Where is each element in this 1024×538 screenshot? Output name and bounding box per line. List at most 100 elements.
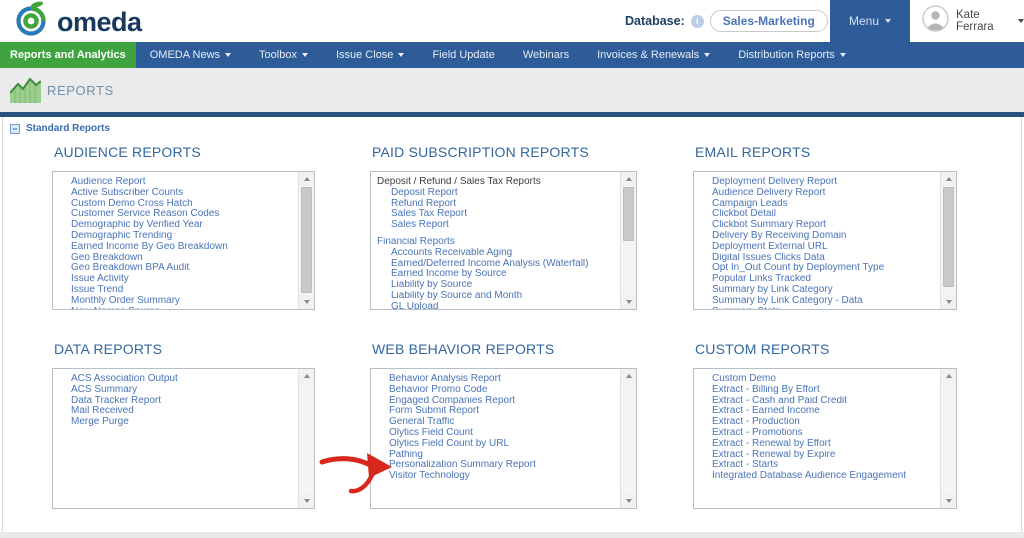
nav-item-webinars[interactable]: Webinars — [509, 42, 583, 68]
report-link-olytics-field-count[interactable]: Olytics Field Count — [371, 428, 620, 439]
report-link-accounts-receivable-aging[interactable]: Accounts Receivable Aging — [371, 248, 620, 259]
report-link-engaged-companies-report[interactable]: Engaged Companies Report — [371, 396, 620, 407]
omeda-logo[interactable]: omeda — [13, 3, 142, 41]
report-link-personalization-summary-report[interactable]: Personalization Summary Report — [371, 460, 620, 471]
report-link-custom-demo-cross-hatch[interactable]: Custom Demo Cross Hatch — [53, 199, 298, 210]
vertical-scrollbar[interactable] — [620, 172, 636, 309]
report-link-deposit-report[interactable]: Deposit Report — [371, 188, 620, 199]
scroll-down-button[interactable] — [299, 295, 314, 309]
report-link-form-submit-report[interactable]: Form Submit Report — [371, 406, 620, 417]
report-link-audience-report[interactable]: Audience Report — [53, 177, 298, 188]
vertical-scrollbar[interactable] — [298, 172, 314, 309]
scroll-up-button[interactable] — [621, 172, 636, 186]
report-link-summary-stats[interactable]: Summary Stats — [694, 307, 940, 309]
report-link-extract-billing-by-effort[interactable]: Extract - Billing By Effort — [694, 385, 940, 396]
report-link-acs-summary[interactable]: ACS Summary — [53, 385, 298, 396]
report-link-refund-report[interactable]: Refund Report — [371, 199, 620, 210]
report-link-delivery-by-receiving-domain[interactable]: Delivery By Receiving Domain — [694, 231, 940, 242]
scroll-up-button[interactable] — [299, 172, 314, 186]
report-link-sales-tax-report[interactable]: Sales Tax Report — [371, 209, 620, 220]
report-link-demographic-trending[interactable]: Demographic Trending — [53, 231, 298, 242]
report-link-geo-breakdown-bpa-audit[interactable]: Geo Breakdown BPA Audit — [53, 263, 298, 274]
vertical-scrollbar[interactable] — [298, 369, 314, 508]
paid-subscription-reports-list: Deposit / Refund / Sales Tax ReportsDepo… — [371, 172, 620, 309]
report-link-issue-activity[interactable]: Issue Activity — [53, 274, 298, 285]
report-link-liability-by-source-and-month[interactable]: Liability by Source and Month — [371, 291, 620, 302]
report-link-pathing[interactable]: Pathing — [371, 450, 620, 461]
report-link-customer-service-reason-codes[interactable]: Customer Service Reason Codes — [53, 209, 298, 220]
report-link-general-traffic[interactable]: General Traffic — [371, 417, 620, 428]
report-link-opt-in-out-count-by-deployment-type[interactable]: Opt In_Out Count by Deployment Type — [694, 263, 940, 274]
database-input[interactable] — [710, 10, 828, 32]
report-link-earned-income-by-source[interactable]: Earned Income by Source — [371, 269, 620, 280]
report-link-monthly-order-summary[interactable]: Monthly Order Summary — [53, 296, 298, 307]
report-link-extract-earned-income[interactable]: Extract - Earned Income — [694, 406, 940, 417]
report-link-new-names-source[interactable]: New Names Source — [53, 307, 298, 309]
report-link-deployment-delivery-report[interactable]: Deployment Delivery Report — [694, 177, 940, 188]
collapse-minus-icon[interactable]: − — [10, 124, 20, 134]
user-menu[interactable]: Kate Ferrara — [922, 0, 1024, 42]
report-link-mail-received[interactable]: Mail Received — [53, 406, 298, 417]
report-link-liability-by-source[interactable]: Liability by Source — [371, 280, 620, 291]
report-link-merge-purge[interactable]: Merge Purge — [53, 417, 298, 428]
report-link-active-subscriber-counts[interactable]: Active Subscriber Counts — [53, 188, 298, 199]
info-icon[interactable]: i — [691, 15, 704, 28]
report-link-geo-breakdown[interactable]: Geo Breakdown — [53, 253, 298, 264]
report-link-gl-upload[interactable]: GL Upload — [371, 302, 620, 309]
report-link-acs-association-output[interactable]: ACS Association Output — [53, 374, 298, 385]
vertical-scrollbar[interactable] — [620, 369, 636, 508]
scroll-up-button[interactable] — [299, 369, 314, 383]
scroll-down-button[interactable] — [299, 494, 314, 508]
report-link-clickbot-summary-report[interactable]: Clickbot Summary Report — [694, 220, 940, 231]
report-link-extract-cash-and-paid-credit[interactable]: Extract - Cash and Paid Credit — [694, 396, 940, 407]
report-link-summary-by-link-category-data[interactable]: Summary by Link Category - Data — [694, 296, 940, 307]
report-link-extract-renewal-by-effort[interactable]: Extract - Renewal by Effort — [694, 439, 940, 450]
report-link-custom-demo[interactable]: Custom Demo — [694, 374, 940, 385]
scroll-down-button[interactable] — [941, 295, 956, 309]
report-link-audience-delivery-report[interactable]: Audience Delivery Report — [694, 188, 940, 199]
report-link-deployment-external-url[interactable]: Deployment External URL — [694, 242, 940, 253]
report-link-extract-promotions[interactable]: Extract - Promotions — [694, 428, 940, 439]
nav-item-field-update[interactable]: Field Update — [418, 42, 508, 68]
scrollbar-thumb[interactable] — [623, 187, 634, 241]
report-link-campaign-leads[interactable]: Campaign Leads — [694, 199, 940, 210]
report-link-sales-report[interactable]: Sales Report — [371, 220, 620, 231]
scroll-up-button[interactable] — [941, 369, 956, 383]
report-link-extract-production[interactable]: Extract - Production — [694, 417, 940, 428]
report-link-clickbot-detail[interactable]: Clickbot Detail — [694, 209, 940, 220]
menu-button[interactable]: Menu — [830, 0, 910, 42]
nav-item-toolbox[interactable]: Toolbox — [245, 42, 322, 68]
report-link-demographic-by-verified-year[interactable]: Demographic by Verified Year — [53, 220, 298, 231]
report-link-visitor-technology[interactable]: Visitor Technology — [371, 471, 620, 482]
custom-reports-listbox: Custom DemoExtract - Billing By EffortEx… — [693, 368, 957, 509]
report-link-extract-renewal-by-expire[interactable]: Extract - Renewal by Expire — [694, 450, 940, 461]
scroll-up-button[interactable] — [621, 369, 636, 383]
vertical-scrollbar[interactable] — [940, 172, 956, 309]
vertical-scrollbar[interactable] — [940, 369, 956, 508]
scroll-down-button[interactable] — [621, 494, 636, 508]
report-link-behavior-analysis-report[interactable]: Behavior Analysis Report — [371, 374, 620, 385]
report-link-behavior-promo-code[interactable]: Behavior Promo Code — [371, 385, 620, 396]
report-link-digital-issues-clicks-data[interactable]: Digital Issues Clicks Data — [694, 253, 940, 264]
report-link-popular-links-tracked[interactable]: Popular Links Tracked — [694, 274, 940, 285]
nav-item-invoices-renewals[interactable]: Invoices & Renewals — [583, 42, 724, 68]
nav-item-distribution-reports[interactable]: Distribution Reports — [724, 42, 860, 68]
report-link-earned-income-by-geo-breakdown[interactable]: Earned Income By Geo Breakdown — [53, 242, 298, 253]
nav-item-issue-close[interactable]: Issue Close — [322, 42, 418, 68]
report-link-integrated-database-audience-engagement[interactable]: Integrated Database Audience Engagement — [694, 471, 940, 482]
scroll-down-button[interactable] — [621, 295, 636, 309]
scrollbar-thumb[interactable] — [301, 187, 312, 293]
standard-reports-toggle[interactable]: − Standard Reports — [10, 123, 110, 134]
report-link-issue-trend[interactable]: Issue Trend — [53, 285, 298, 296]
report-link-data-tracker-report[interactable]: Data Tracker Report — [53, 396, 298, 407]
report-link-earned-deferred-income-analysis-waterfall[interactable]: Earned/Deferred Income Analysis (Waterfa… — [371, 259, 620, 270]
nav-item-reports-and-analytics[interactable]: Reports and Analytics — [0, 42, 136, 68]
scroll-up-button[interactable] — [941, 172, 956, 186]
report-link-summary-by-link-category[interactable]: Summary by Link Category — [694, 285, 940, 296]
report-link-olytics-field-count-by-url[interactable]: Olytics Field Count by URL — [371, 439, 620, 450]
nav-item-omeda-news[interactable]: OMEDA News — [136, 42, 245, 68]
scrollbar-thumb[interactable] — [943, 187, 954, 287]
scroll-down-button[interactable] — [941, 494, 956, 508]
report-link-extract-starts[interactable]: Extract - Starts — [694, 460, 940, 471]
chart-icon — [10, 76, 41, 109]
